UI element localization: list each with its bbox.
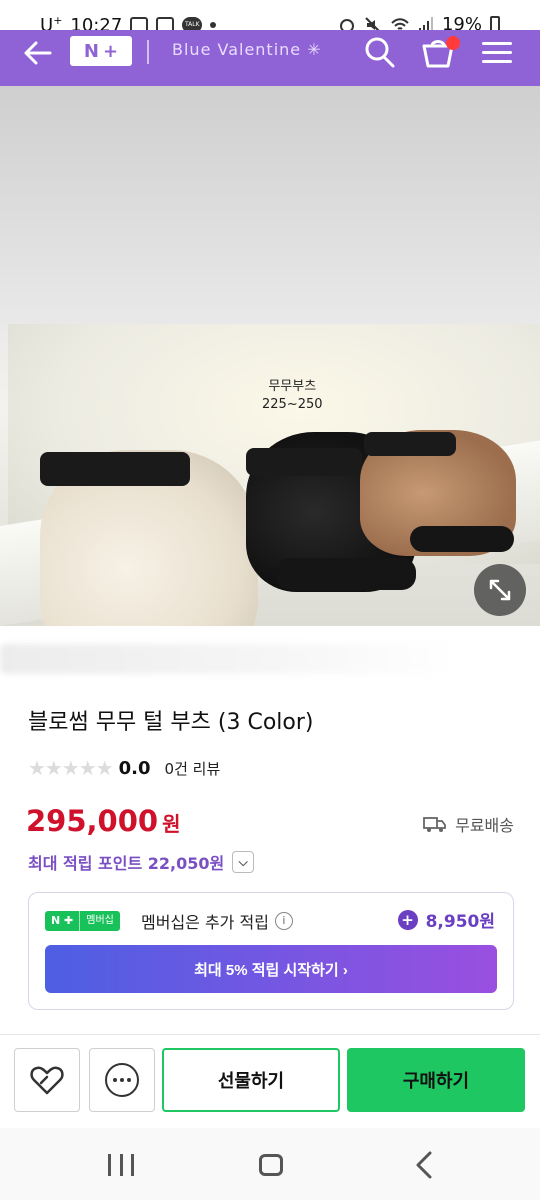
store-name[interactable]: Blue Valentine ✳ — [172, 40, 322, 59]
membership-text-row: 멤버십은 추가 적립 i — [141, 909, 293, 933]
image-label-size: 225~250 — [262, 397, 323, 412]
back-arrow-icon[interactable] — [22, 40, 52, 66]
expand-icon[interactable] — [474, 564, 526, 616]
app-header: N + Blue Valentine ✳ — [0, 30, 540, 86]
buy-button[interactable]: 구매하기 — [347, 1048, 525, 1112]
badge-label: 멤버십 — [79, 911, 120, 931]
home-icon[interactable] — [259, 1154, 283, 1176]
brown-boot-strap — [364, 432, 456, 456]
star-rating-icon: ★★★★★ — [28, 756, 114, 780]
membership-points: + 8,950원 — [397, 907, 495, 932]
gift-button[interactable]: 선물하기 — [162, 1048, 340, 1112]
divider — [0, 1034, 540, 1035]
truck-icon — [423, 817, 447, 832]
header-divider — [147, 40, 149, 64]
image-product-label: 무무부츠 225~250 — [262, 378, 323, 414]
chevron-down-icon[interactable]: ⌵ — [232, 851, 255, 873]
price-unit: 원 — [162, 812, 181, 836]
shipping-info: 무료배송 — [423, 812, 514, 836]
cream-boot-strap — [40, 452, 190, 486]
price: 295,000 원 — [26, 804, 181, 838]
talk-icon — [105, 1063, 139, 1097]
blurred-store-banner — [0, 644, 460, 674]
naver-plus-membership-badge: N ✚ 멤버십 — [45, 911, 120, 931]
black-boot-strap — [246, 448, 362, 476]
heart-icon — [30, 1066, 64, 1095]
recent-apps-icon[interactable] — [108, 1154, 134, 1176]
product-image-gallery[interactable]: 무무부츠 225~250 — [0, 86, 540, 626]
rating-value: 0.0 — [118, 757, 151, 779]
wishlist-button[interactable] — [14, 1048, 80, 1112]
image-wall — [0, 86, 540, 326]
membership-start-button[interactable]: 최대 5% 적립 시작하기 › — [45, 945, 497, 993]
shipping-text: 무료배송 — [455, 816, 514, 835]
more-notifications-icon — [210, 22, 217, 28]
menu-icon[interactable] — [482, 42, 512, 66]
system-nav-bar — [0, 1128, 540, 1200]
black-boot-sole — [276, 558, 416, 590]
review-count[interactable]: 0건 리뷰 — [165, 758, 221, 779]
product-title: 블로썸 무무 털 부츠 (3 Color) — [28, 710, 314, 735]
back-icon[interactable] — [412, 1150, 436, 1180]
plus-circle-icon: + — [397, 909, 418, 930]
price-value: 295,000 — [26, 804, 159, 838]
cart-badge — [446, 36, 460, 50]
logo-n: N — [83, 40, 99, 62]
naver-plus-logo[interactable]: N + — [70, 36, 132, 66]
search-icon[interactable] — [362, 36, 396, 70]
max-points-text: 최대 적립 포인트 22,050원 — [28, 854, 225, 873]
info-icon[interactable]: i — [274, 912, 293, 930]
membership-box: N ✚ 멤버십 멤버십은 추가 적립 i + 8,950원 최대 5% 적립 시… — [28, 892, 514, 1010]
brown-boot-sole — [410, 526, 514, 552]
membership-text: 멤버십은 추가 적립 — [141, 913, 269, 932]
rating-row[interactable]: ★★★★★ 0.0 0건 리뷰 — [28, 756, 220, 780]
max-points-row[interactable]: 최대 적립 포인트 22,050원 ⌵ — [28, 850, 255, 874]
image-label-name: 무무부츠 — [268, 379, 317, 394]
logo-plus: + — [102, 40, 119, 62]
talk-button[interactable] — [89, 1048, 155, 1112]
membership-points-value: 8,950원 — [425, 912, 495, 932]
badge-np: N ✚ — [45, 911, 80, 931]
